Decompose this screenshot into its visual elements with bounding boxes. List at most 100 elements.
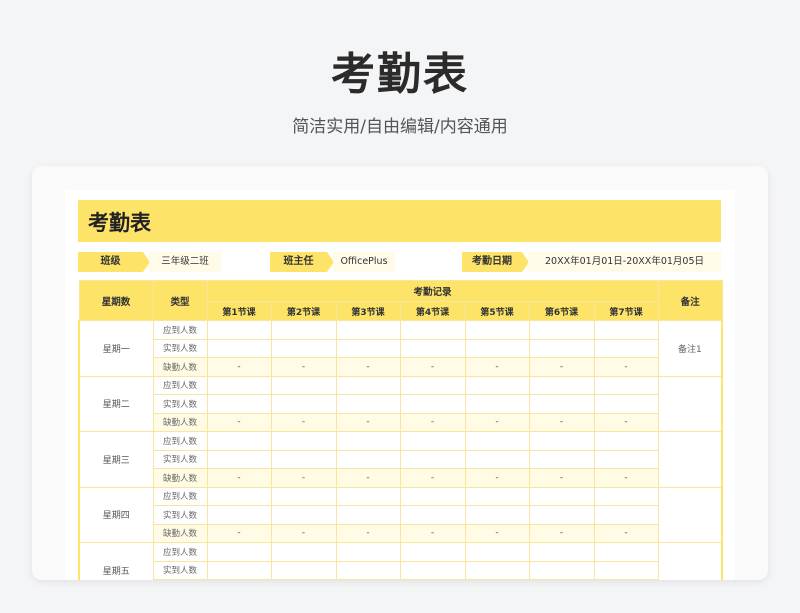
attendance-cell[interactable]: -	[206, 468, 272, 488]
attendance-cell[interactable]: -	[335, 357, 401, 377]
attendance-cell[interactable]: -	[335, 579, 401, 580]
day-cell[interactable]: 星期二	[78, 375, 154, 432]
type-cell[interactable]: 缺勤人数	[152, 412, 208, 432]
attendance-cell[interactable]	[528, 431, 595, 451]
attendance-cell[interactable]: -	[528, 412, 595, 432]
attendance-cell[interactable]	[464, 375, 530, 395]
attendance-cell[interactable]: -	[593, 412, 659, 432]
attendance-cell[interactable]	[270, 394, 337, 414]
attendance-cell[interactable]	[335, 542, 401, 562]
day-cell[interactable]: 星期四	[78, 486, 154, 543]
attendance-cell[interactable]	[335, 505, 401, 525]
attendance-cell[interactable]	[206, 431, 272, 451]
attendance-cell[interactable]	[593, 505, 659, 525]
attendance-cell[interactable]: -	[593, 579, 659, 580]
attendance-cell[interactable]: -	[206, 523, 272, 543]
attendance-cell[interactable]	[206, 449, 272, 469]
attendance-cell[interactable]	[270, 560, 337, 580]
attendance-cell[interactable]	[270, 320, 337, 340]
type-cell[interactable]: 应到人数	[152, 431, 208, 451]
attendance-cell[interactable]	[270, 486, 337, 506]
attendance-cell[interactable]	[464, 394, 530, 414]
attendance-cell[interactable]: -	[270, 412, 337, 432]
attendance-cell[interactable]: -	[593, 523, 659, 543]
attendance-cell[interactable]: -	[335, 523, 401, 543]
attendance-cell[interactable]: -	[270, 579, 337, 580]
attendance-cell[interactable]	[464, 486, 530, 506]
type-cell[interactable]: 实到人数	[152, 560, 208, 580]
attendance-cell[interactable]	[528, 394, 595, 414]
attendance-cell[interactable]	[528, 320, 595, 340]
attendance-cell[interactable]	[593, 375, 659, 395]
attendance-cell[interactable]	[593, 338, 659, 358]
attendance-cell[interactable]	[464, 542, 530, 562]
attendance-cell[interactable]	[528, 560, 595, 580]
attendance-cell[interactable]: -	[399, 523, 466, 543]
attendance-cell[interactable]: -	[335, 412, 401, 432]
attendance-cell[interactable]	[528, 505, 595, 525]
attendance-cell[interactable]	[206, 486, 272, 506]
attendance-cell[interactable]	[593, 560, 659, 580]
type-cell[interactable]: 应到人数	[152, 375, 208, 395]
attendance-cell[interactable]	[399, 338, 466, 358]
attendance-cell[interactable]	[593, 486, 659, 506]
attendance-cell[interactable]	[593, 449, 659, 469]
type-cell[interactable]: 缺勤人数	[152, 523, 208, 543]
attendance-cell[interactable]: -	[206, 412, 272, 432]
attendance-cell[interactable]: -	[399, 357, 466, 377]
attendance-cell[interactable]	[206, 505, 272, 525]
teacher-value[interactable]: OfficePlus	[333, 252, 395, 272]
type-cell[interactable]: 应到人数	[152, 486, 208, 506]
attendance-cell[interactable]	[270, 338, 337, 358]
remark-cell[interactable]	[657, 375, 724, 432]
attendance-cell[interactable]	[335, 431, 401, 451]
attendance-cell[interactable]	[335, 338, 401, 358]
type-cell[interactable]: 缺勤人数	[152, 579, 208, 580]
attendance-cell[interactable]	[270, 431, 337, 451]
attendance-cell[interactable]	[464, 449, 530, 469]
day-cell[interactable]: 星期五	[78, 542, 154, 580]
attendance-cell[interactable]	[528, 486, 595, 506]
attendance-cell[interactable]	[206, 542, 272, 562]
attendance-cell[interactable]: -	[399, 468, 466, 488]
attendance-cell[interactable]	[335, 449, 401, 469]
attendance-cell[interactable]: -	[206, 357, 272, 377]
attendance-cell[interactable]	[335, 320, 401, 340]
remark-cell[interactable]	[657, 542, 724, 580]
attendance-cell[interactable]: -	[528, 357, 595, 377]
attendance-cell[interactable]	[206, 320, 272, 340]
attendance-cell[interactable]	[335, 486, 401, 506]
attendance-cell[interactable]: -	[270, 523, 337, 543]
day-cell[interactable]: 星期三	[78, 431, 154, 488]
attendance-cell[interactable]: -	[593, 357, 659, 377]
attendance-cell[interactable]	[464, 505, 530, 525]
attendance-cell[interactable]	[206, 394, 272, 414]
attendance-cell[interactable]	[270, 505, 337, 525]
attendance-cell[interactable]: -	[593, 468, 659, 488]
type-cell[interactable]: 实到人数	[152, 394, 208, 414]
attendance-cell[interactable]: -	[464, 579, 530, 580]
date-value[interactable]: 20XX年01月01日-20XX年01月05日	[528, 252, 721, 272]
type-cell[interactable]: 缺勤人数	[152, 468, 208, 488]
attendance-cell[interactable]	[593, 320, 659, 340]
attendance-cell[interactable]	[335, 394, 401, 414]
remark-cell[interactable]	[657, 486, 724, 543]
attendance-cell[interactable]	[593, 431, 659, 451]
attendance-cell[interactable]	[206, 375, 272, 395]
attendance-cell[interactable]	[399, 505, 466, 525]
attendance-cell[interactable]	[464, 338, 530, 358]
day-cell[interactable]: 星期一	[78, 320, 154, 377]
attendance-cell[interactable]	[206, 560, 272, 580]
remark-cell[interactable]	[657, 431, 724, 488]
attendance-cell[interactable]	[528, 449, 595, 469]
type-cell[interactable]: 应到人数	[152, 320, 208, 340]
attendance-cell[interactable]	[270, 375, 337, 395]
attendance-cell[interactable]	[399, 486, 466, 506]
remark-cell[interactable]: 备注1	[657, 320, 724, 377]
type-cell[interactable]: 实到人数	[152, 449, 208, 469]
attendance-cell[interactable]	[270, 542, 337, 562]
attendance-cell[interactable]	[464, 560, 530, 580]
type-cell[interactable]: 实到人数	[152, 505, 208, 525]
attendance-cell[interactable]: -	[399, 412, 466, 432]
attendance-cell[interactable]	[206, 338, 272, 358]
